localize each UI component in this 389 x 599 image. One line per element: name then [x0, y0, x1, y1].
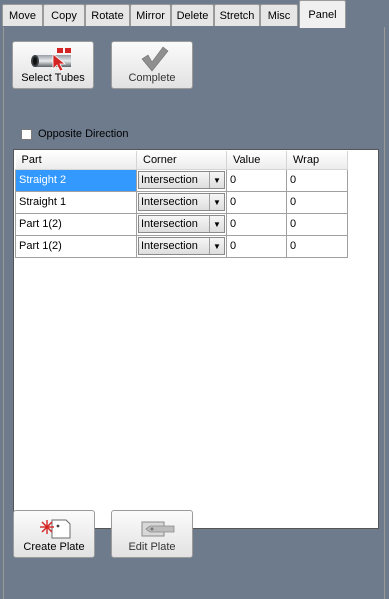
table-row[interactable]: Part 1(2) Intersection ▼ 0 0: [15, 212, 348, 236]
chevron-down-icon[interactable]: ▼: [209, 238, 224, 254]
corner-cell[interactable]: Intersection ▼: [136, 168, 227, 192]
select-tubes-button[interactable]: Select Tubes: [12, 41, 94, 89]
tab-delete[interactable]: Delete: [171, 4, 214, 26]
chevron-down-icon[interactable]: ▼: [209, 172, 224, 188]
tab-mirror[interactable]: Mirror: [130, 4, 171, 26]
edit-plate-icon: [112, 514, 192, 542]
parts-table: Part Corner Value Wrap Straight 2 Inters…: [15, 151, 348, 258]
panel-content: Select Tubes Complete Opposite Direction…: [3, 27, 385, 599]
opposite-direction-label: Opposite Direction: [38, 128, 129, 140]
select-tubes-icon: [13, 45, 93, 73]
value-cell[interactable]: 0: [226, 190, 287, 214]
create-plate-icon: [14, 514, 94, 542]
parts-grid[interactable]: Part Corner Value Wrap Straight 2 Inters…: [13, 149, 379, 529]
wrap-cell[interactable]: 0: [286, 234, 348, 258]
complete-button[interactable]: Complete: [111, 41, 193, 89]
column-header-value[interactable]: Value: [226, 151, 287, 170]
corner-select-value: Intersection: [141, 218, 198, 230]
corner-cell[interactable]: Intersection ▼: [136, 190, 227, 214]
value-cell[interactable]: 0: [226, 212, 287, 236]
checkmark-icon: [112, 45, 192, 73]
tab-rotate[interactable]: Rotate: [85, 4, 130, 26]
complete-label: Complete: [128, 72, 176, 84]
corner-select[interactable]: Intersection ▼: [138, 193, 225, 211]
part-cell[interactable]: Part 1(2): [15, 234, 137, 258]
opposite-direction-option[interactable]: Opposite Direction: [21, 127, 129, 141]
edit-plate-button[interactable]: Edit Plate: [111, 510, 193, 558]
part-cell[interactable]: Straight 2: [15, 168, 137, 192]
corner-cell[interactable]: Intersection ▼: [136, 212, 227, 236]
corner-cell[interactable]: Intersection ▼: [136, 234, 227, 258]
tab-move[interactable]: Move: [2, 4, 43, 26]
tab-copy[interactable]: Copy: [43, 4, 85, 26]
corner-select-value: Intersection: [141, 196, 198, 208]
wrap-cell[interactable]: 0: [286, 190, 348, 214]
corner-select[interactable]: Intersection ▼: [138, 171, 225, 189]
column-header-wrap[interactable]: Wrap: [286, 151, 348, 170]
corner-select-value: Intersection: [141, 174, 198, 186]
tab-strip: Move Copy Rotate Mirror Delete Stretch M…: [0, 0, 389, 28]
tab-stretch[interactable]: Stretch: [214, 4, 260, 26]
select-tubes-label: Select Tubes: [21, 72, 85, 84]
corner-select-value: Intersection: [141, 240, 198, 252]
column-header-part[interactable]: Part: [15, 151, 137, 170]
grid-header-row: Part Corner Value Wrap: [15, 151, 348, 170]
corner-select[interactable]: Intersection ▼: [138, 215, 225, 233]
table-row[interactable]: Part 1(2) Intersection ▼ 0 0: [15, 234, 348, 258]
create-plate-label: Create Plate: [23, 541, 85, 553]
tab-panel[interactable]: Panel: [299, 0, 346, 28]
edit-plate-label: Edit Plate: [128, 541, 176, 553]
chevron-down-icon[interactable]: ▼: [209, 216, 224, 232]
opposite-direction-checkbox[interactable]: [21, 128, 32, 140]
value-cell[interactable]: 0: [226, 234, 287, 258]
value-cell[interactable]: 0: [226, 168, 287, 192]
part-cell[interactable]: Straight 1: [15, 190, 137, 214]
column-header-corner[interactable]: Corner: [136, 151, 227, 170]
chevron-down-icon[interactable]: ▼: [209, 194, 224, 210]
corner-select[interactable]: Intersection ▼: [138, 237, 225, 255]
table-row[interactable]: Straight 1 Intersection ▼ 0 0: [15, 190, 348, 214]
table-row[interactable]: Straight 2 Intersection ▼ 0 0: [15, 168, 348, 192]
wrap-cell[interactable]: 0: [286, 212, 348, 236]
part-cell[interactable]: Part 1(2): [15, 212, 137, 236]
tab-misc[interactable]: Misc: [260, 4, 298, 26]
create-plate-button[interactable]: Create Plate: [13, 510, 95, 558]
wrap-cell[interactable]: 0: [286, 168, 348, 192]
